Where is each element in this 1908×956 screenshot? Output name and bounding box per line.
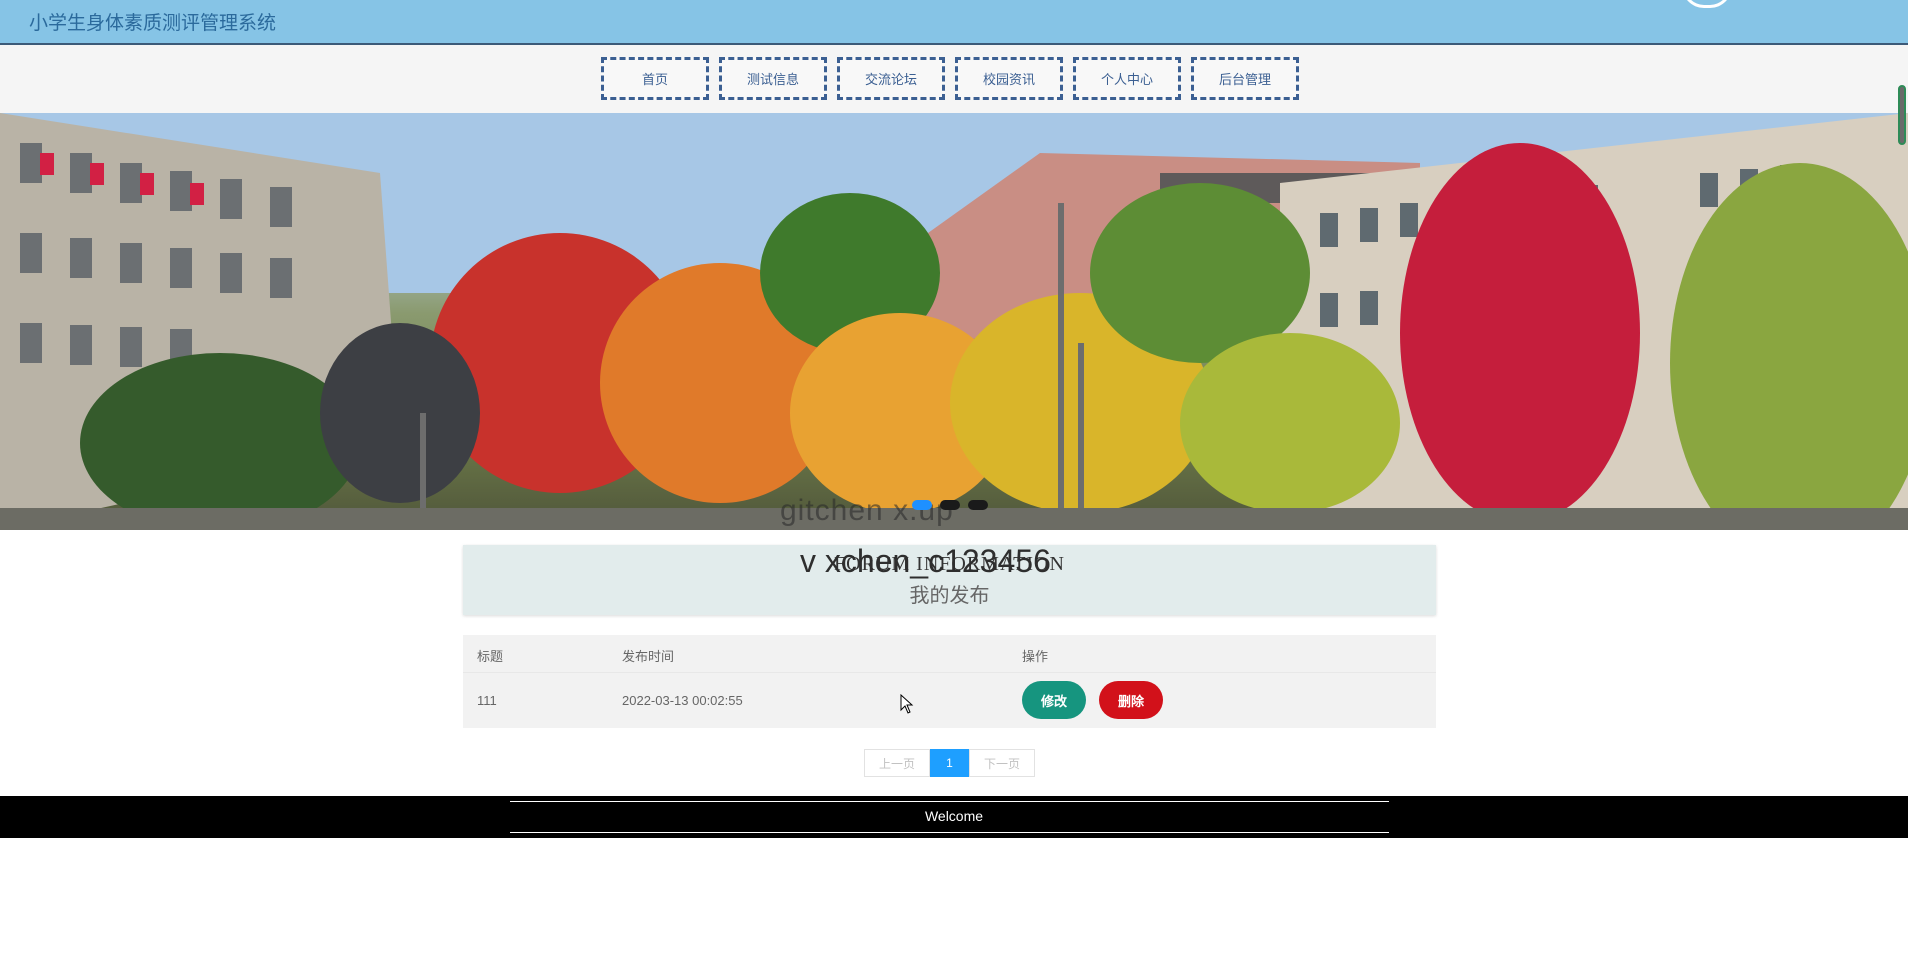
delete-button[interactable]: 删除 xyxy=(1099,681,1163,719)
prev-page-button[interactable]: 上一页 xyxy=(864,749,930,777)
carousel-dot-3[interactable] xyxy=(968,500,988,510)
page-scrollbar[interactable] xyxy=(1898,85,1906,145)
banner-image xyxy=(0,113,1908,530)
nav-item-forum[interactable]: 交流论坛 xyxy=(837,57,945,100)
section-overlay-text: v xchen_c123456 xyxy=(800,543,1051,579)
mouse-cursor-icon xyxy=(900,694,914,714)
carousel-dots xyxy=(912,500,988,510)
top-header: 小学生身体素质测评管理系统 xyxy=(0,0,1908,45)
nav-item-test-info[interactable]: 测试信息 xyxy=(719,57,827,100)
footer-welcome-text: Welcome xyxy=(924,808,984,824)
nav-item-admin[interactable]: 后台管理 xyxy=(1191,57,1299,100)
carousel-dot-1[interactable] xyxy=(912,500,932,510)
edit-button[interactable]: 修改 xyxy=(1022,681,1086,719)
page-1-button[interactable]: 1 xyxy=(930,749,969,777)
carousel-dot-2[interactable] xyxy=(940,500,960,510)
row-title: 111 xyxy=(477,693,497,708)
section-title-cn: 我的发布 xyxy=(909,585,990,607)
next-page-button[interactable]: 下一页 xyxy=(969,749,1035,777)
banner-carousel[interactable]: gitchen x.up xyxy=(0,113,1908,530)
nav-item-campus-news[interactable]: 校园资讯 xyxy=(955,57,1063,100)
footer-divider-top xyxy=(510,801,1389,802)
page: 小学生身体素质测评管理系统 首页 测试信息 交流论坛 校园资讯 个人中心 后台管… xyxy=(0,0,1908,956)
column-header-title: 标题 xyxy=(477,649,504,664)
column-header-time: 发布时间 xyxy=(622,649,675,664)
footer-divider-bottom xyxy=(510,832,1389,833)
footer: Welcome xyxy=(0,796,1908,838)
row-time: 2022-03-13 00:02:55 xyxy=(622,693,743,708)
pagination: 上一页 1 下一页 xyxy=(864,749,1035,777)
site-title[interactable]: 小学生身体素质测评管理系统 xyxy=(29,8,276,35)
posts-table: 标题 发布时间 操作 111 2022-03-13 00:02:55 修改 删除 xyxy=(463,635,1436,728)
nav-item-home[interactable]: 首页 xyxy=(601,57,709,100)
nav-item-personal-center[interactable]: 个人中心 xyxy=(1073,57,1181,100)
table-row: 111 2022-03-13 00:02:55 修改 删除 xyxy=(463,672,1436,728)
column-header-actions: 操作 xyxy=(1022,649,1049,664)
avatar[interactable] xyxy=(1682,0,1732,8)
main-nav: 首页 测试信息 交流论坛 校园资讯 个人中心 后台管理 xyxy=(0,45,1908,113)
nav-list: 首页 测试信息 交流论坛 校园资讯 个人中心 后台管理 xyxy=(601,57,1299,100)
table-header-row: 标题 发布时间 操作 xyxy=(463,635,1436,672)
